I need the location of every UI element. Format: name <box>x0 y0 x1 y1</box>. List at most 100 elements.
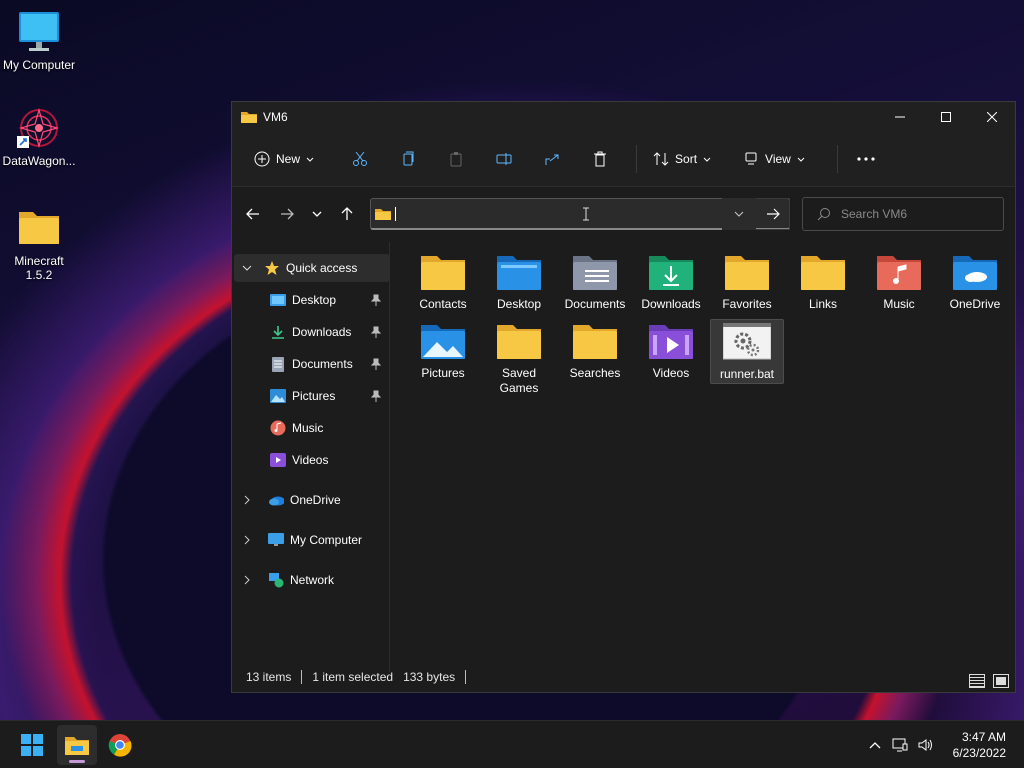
file-item-links[interactable]: Links <box>786 253 860 312</box>
file-label: Music <box>883 297 915 311</box>
chevron-right-icon[interactable] <box>240 573 254 587</box>
nav-label: Desktop <box>292 293 337 307</box>
file-label: OneDrive <box>949 297 1001 311</box>
nav-videos[interactable]: Videos <box>232 446 388 474</box>
nav-documents[interactable]: Documents <box>232 350 388 378</box>
chevron-right-icon[interactable] <box>240 533 254 547</box>
file-label: Links <box>808 297 837 311</box>
search-box[interactable]: Search VM6 <box>802 197 1004 231</box>
file-item-contacts[interactable]: Contacts <box>406 253 480 312</box>
videos-folder-icon <box>647 322 695 362</box>
view-button[interactable]: View <box>735 143 813 175</box>
taskbar-chrome[interactable] <box>100 725 140 765</box>
minimize-button[interactable] <box>877 102 923 132</box>
desktop-icon-my-computer[interactable]: My Computer <box>0 10 78 72</box>
large-icons-view-button[interactable] <box>993 674 1009 688</box>
file-label: Videos <box>652 366 690 380</box>
file-label: Favorites <box>722 297 772 311</box>
new-button[interactable]: New <box>246 143 322 175</box>
copy-button[interactable] <box>388 143 428 175</box>
pin-icon[interactable] <box>370 326 382 338</box>
nav-label: Videos <box>292 453 329 467</box>
text-caret <box>395 206 396 221</box>
pictures-folder-icon <box>419 322 467 362</box>
show-hidden-icons-button[interactable] <box>863 725 887 765</box>
start-button[interactable] <box>12 725 52 765</box>
folder-icon <box>241 112 257 123</box>
clock[interactable]: 3:47 AM 6/23/2022 <box>939 729 1024 761</box>
paste-button[interactable] <box>436 143 476 175</box>
file-item-saved-games[interactable]: Saved Games <box>482 322 556 396</box>
file-label: Saved Games <box>499 366 539 395</box>
nav-network[interactable]: Network <box>232 566 388 594</box>
nav-my-computer[interactable]: My Computer <box>232 526 388 554</box>
close-button[interactable] <box>969 102 1015 132</box>
chevron-right-icon[interactable] <box>240 493 254 507</box>
network-status-button[interactable] <box>887 725 913 765</box>
nav-label: Downloads <box>292 325 352 339</box>
more-options-button[interactable] <box>846 143 886 175</box>
document-icon <box>270 356 286 372</box>
status-bar: 13 items 1 item selected 133 bytes <box>246 666 476 688</box>
file-label: Desktop <box>496 297 542 311</box>
forward-button[interactable] <box>270 199 304 229</box>
chrome-icon <box>108 734 132 757</box>
command-bar: New Sort View <box>232 132 1015 187</box>
nav-music[interactable]: Music <box>232 414 388 442</box>
selection-count: 1 item selected <box>312 670 394 684</box>
file-item-documents[interactable]: Documents <box>558 253 632 312</box>
back-button[interactable] <box>236 199 270 229</box>
file-item-onedrive[interactable]: OneDrive <box>938 253 1012 312</box>
nav-quick-access[interactable]: Quick access <box>234 254 390 282</box>
cut-button[interactable] <box>340 143 380 175</box>
cloud-icon <box>268 492 284 508</box>
nav-desktop[interactable]: Desktop <box>232 286 388 314</box>
nav-pictures[interactable]: Pictures <box>232 382 388 410</box>
file-item-downloads[interactable]: Downloads <box>634 253 708 312</box>
scissors-icon <box>353 151 368 166</box>
file-item-searches[interactable]: Searches <box>558 322 632 381</box>
details-view-button[interactable] <box>969 674 985 688</box>
folder-icon <box>799 253 847 293</box>
nav-label: Pictures <box>292 389 336 403</box>
sort-label: Sort <box>675 152 698 166</box>
title-bar[interactable]: VM6 <box>232 102 1015 132</box>
file-item-runner-bat[interactable]: runner.bat <box>710 319 784 384</box>
file-item-videos[interactable]: Videos <box>634 322 708 381</box>
chevron-down-icon <box>734 211 744 217</box>
file-item-pictures[interactable]: Pictures <box>406 322 480 381</box>
maximize-button[interactable] <box>923 102 969 132</box>
pin-icon[interactable] <box>370 294 382 306</box>
file-item-desktop[interactable]: Desktop <box>482 253 556 312</box>
clock-time: 3:47 AM <box>961 730 1006 744</box>
item-count: 13 items <box>246 670 292 684</box>
recent-locations-button[interactable] <box>304 199 330 229</box>
delete-button[interactable] <box>580 143 620 175</box>
volume-button[interactable] <box>913 725 939 765</box>
downloads-folder-icon <box>647 253 695 293</box>
pin-icon[interactable] <box>370 390 382 402</box>
pin-icon[interactable] <box>370 358 382 370</box>
chevron-down-icon[interactable] <box>240 261 254 275</box>
desktop-icon-minecraft[interactable]: Minecraft 1.5.2 <box>0 206 78 282</box>
desktop-icon-label: DataWagon... <box>2 154 76 168</box>
taskbar-file-explorer[interactable] <box>57 725 97 765</box>
rename-button[interactable] <box>484 143 524 175</box>
share-button[interactable] <box>532 143 572 175</box>
desktop-icon-datawagon[interactable]: DataWagon... <box>0 106 78 168</box>
nav-label: Quick access <box>286 261 358 275</box>
system-tray: 3:47 AM 6/23/2022 <box>863 721 1024 768</box>
address-history-button[interactable] <box>722 198 756 230</box>
clipboard-icon <box>450 152 462 167</box>
file-item-music[interactable]: Music <box>862 253 936 312</box>
clock-date: 6/23/2022 <box>952 746 1006 760</box>
rename-icon <box>496 153 512 165</box>
file-item-favorites[interactable]: Favorites <box>710 253 784 312</box>
up-button[interactable] <box>330 199 364 229</box>
sort-button[interactable]: Sort <box>645 143 719 175</box>
file-label: Contacts <box>419 297 467 311</box>
go-button[interactable] <box>756 198 790 230</box>
arrow-up-icon <box>341 207 353 220</box>
nav-onedrive[interactable]: OneDrive <box>232 486 388 514</box>
nav-downloads[interactable]: Downloads <box>232 318 388 346</box>
